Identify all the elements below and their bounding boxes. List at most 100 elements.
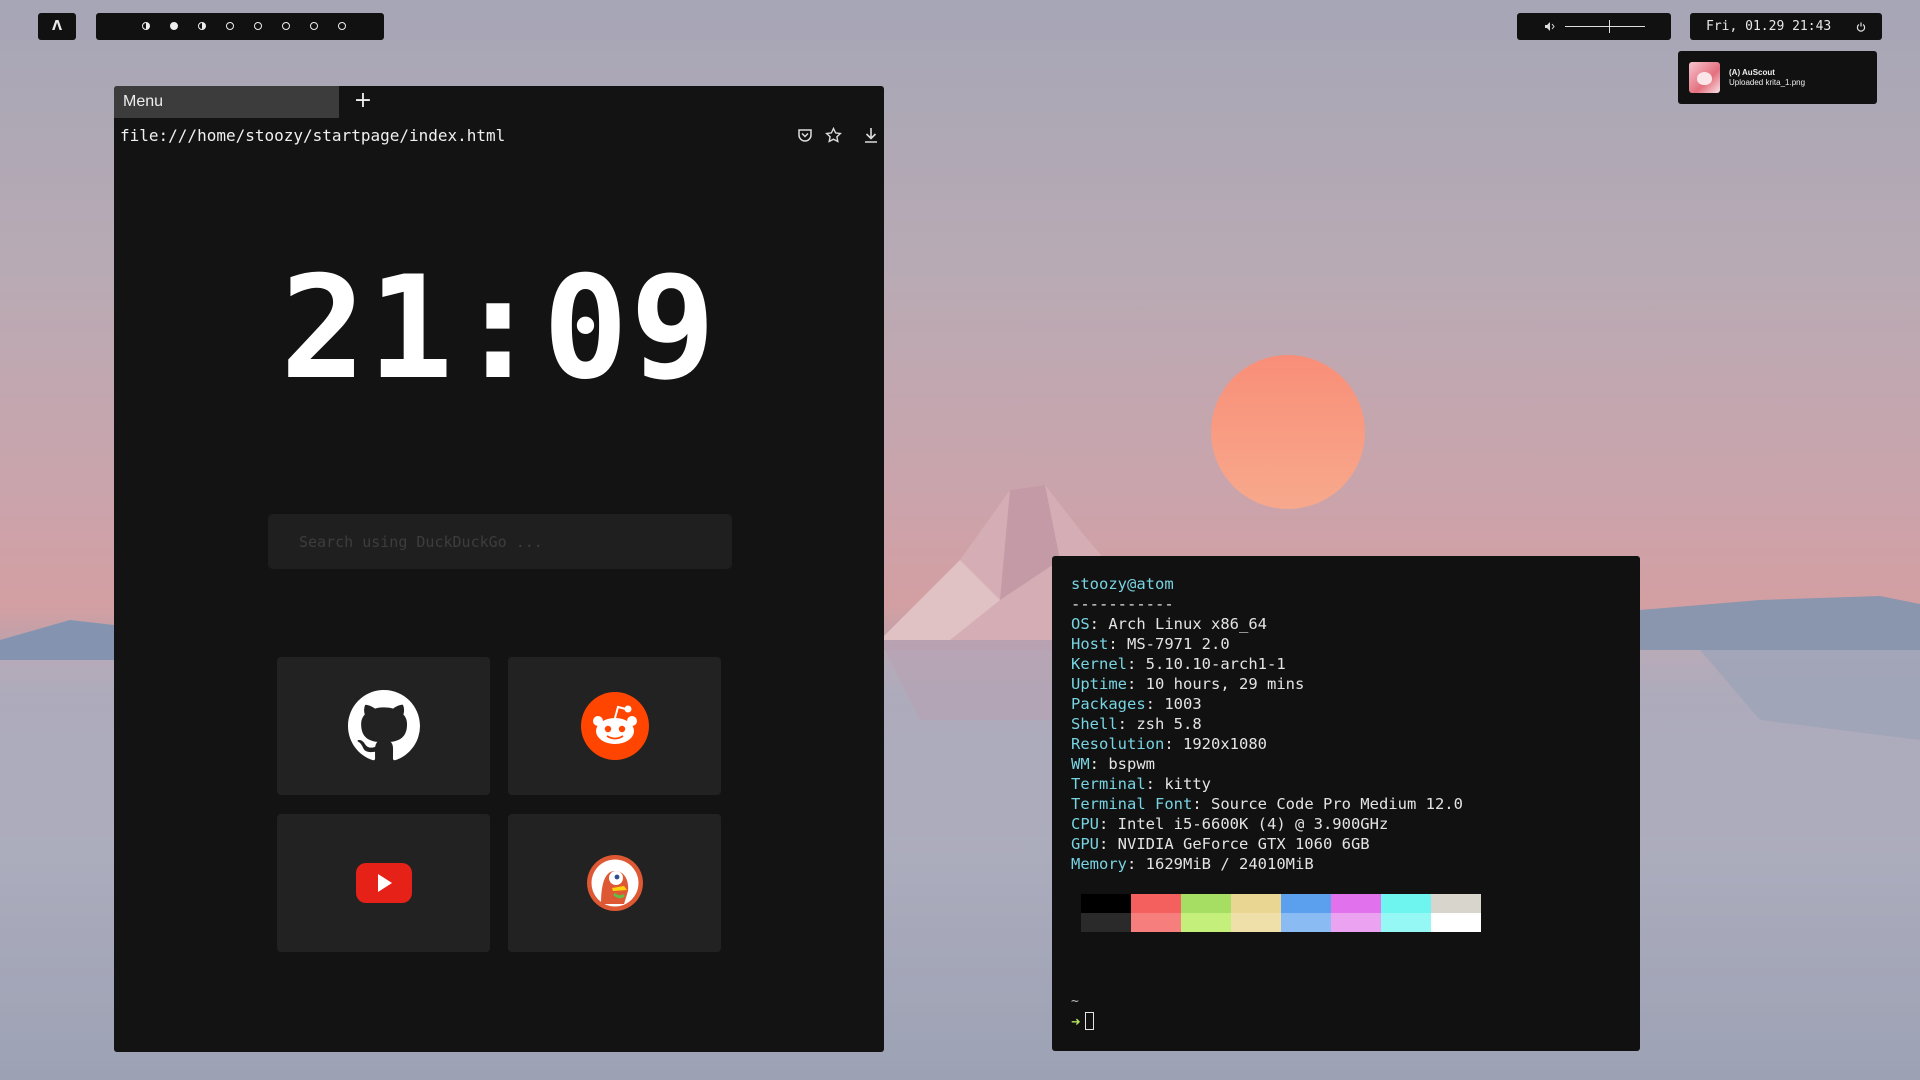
color-swatch [1381, 894, 1431, 913]
info-value: 1629MiB / 24010MiB [1136, 855, 1314, 873]
text-cursor [1085, 1012, 1095, 1030]
system-info: OS: Arch Linux x86_64 Host: MS-7971 2.0 Ke… [1071, 614, 1621, 874]
color-swatch [1081, 913, 1131, 932]
notification-title: (A) AuScout [1729, 67, 1775, 77]
info-row: OS: Arch Linux x86_64 [1071, 615, 1267, 633]
tab-label: Menu [123, 93, 164, 110]
info-value: 10 hours, 29 mins [1136, 675, 1305, 693]
info-value: 1920x1080 [1173, 735, 1267, 753]
color-swatch [1431, 913, 1481, 932]
workspace-1[interactable] [132, 20, 160, 33]
info-value: bspwm [1099, 755, 1156, 773]
info-key: WM [1071, 755, 1090, 773]
duckduckgo-icon [586, 855, 643, 911]
info-value: Arch Linux x86_64 [1099, 615, 1267, 633]
download-icon[interactable] [862, 126, 880, 144]
power-icon[interactable] [1856, 22, 1866, 32]
reddit-icon [580, 692, 649, 760]
workspace-7[interactable] [300, 20, 328, 33]
info-key: Resolution [1071, 735, 1165, 753]
date-time-widget: Fri, 01.29 21:43 [1690, 13, 1882, 40]
color-swatch [1331, 894, 1381, 913]
color-swatch [1231, 894, 1281, 913]
color-swatch [1281, 913, 1331, 932]
volume-knob[interactable] [1609, 20, 1610, 33]
youtube-icon [355, 863, 412, 903]
info-value: MS-7971 2.0 [1117, 635, 1230, 653]
volume-slider[interactable] [1565, 20, 1645, 33]
workspace-2[interactable] [160, 20, 188, 33]
info-key: Kernel [1071, 655, 1127, 673]
search-input[interactable] [268, 514, 732, 569]
workspace-6[interactable] [272, 20, 300, 33]
separator-line: ----------- [1071, 595, 1174, 613]
notification-body: Uploaded krita_1.png [1729, 77, 1806, 87]
prompt-dir: ~ [1071, 994, 1079, 1009]
info-key: GPU [1071, 835, 1099, 853]
info-value: zsh 5.8 [1127, 715, 1202, 733]
workspace-4[interactable] [216, 20, 244, 33]
new-tab-button[interactable]: + [348, 88, 378, 116]
info-key: Memory [1071, 855, 1127, 873]
info-value: kitty [1155, 775, 1211, 793]
color-swatch [1181, 894, 1231, 913]
duckduckgo-shortcut[interactable] [508, 814, 721, 952]
github-shortcut[interactable] [277, 657, 490, 795]
url-bar[interactable]: file:///home/stoozy/startpage/index.html [120, 126, 505, 145]
info-row: CPU: Intel i5-6600K (4) @ 3.900GHz [1071, 815, 1389, 833]
prompt-arrow-icon: ➜ [1071, 1013, 1081, 1031]
notification-popup[interactable]: (A) AuScout Uploaded krita_1.png [1678, 51, 1877, 104]
info-row: Packages: 1003 [1071, 695, 1202, 713]
speaker-icon [1545, 22, 1555, 31]
info-value: Source Code Pro Medium 12.0 [1201, 795, 1463, 813]
color-swatch [1331, 913, 1381, 932]
shell-prompt[interactable]: ~ ➜ [1071, 992, 1095, 1032]
info-row: Kernel: 5.10.10-arch1-1 [1071, 655, 1286, 673]
browser-window: Menu + file:///home/stoozy/startpage/ind… [114, 86, 884, 1052]
info-value: NVIDIA GeForce GTX 1060 6GB [1108, 835, 1370, 853]
color-swatch [1431, 894, 1481, 913]
info-value: Intel i5-6600K (4) @ 3.900GHz [1108, 815, 1389, 833]
url-actions [797, 126, 880, 144]
bookmark-star-icon[interactable] [825, 126, 842, 144]
color-swatch [1131, 913, 1181, 932]
user-host: stoozy@atom [1071, 575, 1174, 593]
info-row: Shell: zsh 5.8 [1071, 715, 1202, 733]
workspace-8[interactable] [328, 20, 356, 33]
startpage-clock: 21:09 [280, 246, 718, 411]
sun [1211, 355, 1365, 509]
github-icon [347, 690, 420, 761]
info-value: 5.10.10-arch1-1 [1136, 655, 1286, 673]
color-swatch [1231, 913, 1281, 932]
info-key: Shell [1071, 715, 1118, 733]
notification-avatar [1689, 62, 1720, 93]
datetime-text: Fri, 01.29 21:43 [1706, 19, 1832, 34]
pocket-icon[interactable] [797, 127, 813, 143]
workspace-switcher [96, 13, 384, 40]
info-row: Uptime: 10 hours, 29 mins [1071, 675, 1305, 693]
color-swatch [1281, 894, 1331, 913]
color-palette [1081, 894, 1481, 932]
info-key: CPU [1071, 815, 1099, 833]
info-row: WM: bspwm [1071, 755, 1156, 773]
info-row: Resolution: 1920x1080 [1071, 735, 1267, 753]
youtube-shortcut[interactable] [277, 814, 490, 952]
info-row: Memory: 1629MiB / 24010MiB [1071, 855, 1314, 873]
info-row: Host: MS-7971 2.0 [1071, 635, 1230, 653]
terminal-window[interactable]: stoozy@atom ----------- OS: Arch Linux x… [1052, 556, 1640, 1051]
workspace-3[interactable] [188, 20, 216, 33]
arch-logo-icon: Λ [51, 19, 63, 34]
info-key: Host [1071, 635, 1109, 653]
info-key: Uptime [1071, 675, 1127, 693]
workspace-5[interactable] [244, 20, 272, 33]
color-swatch [1081, 894, 1131, 913]
color-swatch [1181, 913, 1231, 932]
info-key: Packages [1071, 695, 1146, 713]
volume-control[interactable] [1517, 13, 1671, 40]
info-key: Terminal Font [1071, 795, 1193, 813]
launcher-button[interactable]: Λ [38, 13, 76, 40]
info-row: Terminal: kitty [1071, 775, 1211, 793]
reddit-shortcut[interactable] [508, 657, 721, 795]
info-value: 1003 [1155, 695, 1202, 713]
tab-menu[interactable]: Menu [114, 86, 339, 118]
